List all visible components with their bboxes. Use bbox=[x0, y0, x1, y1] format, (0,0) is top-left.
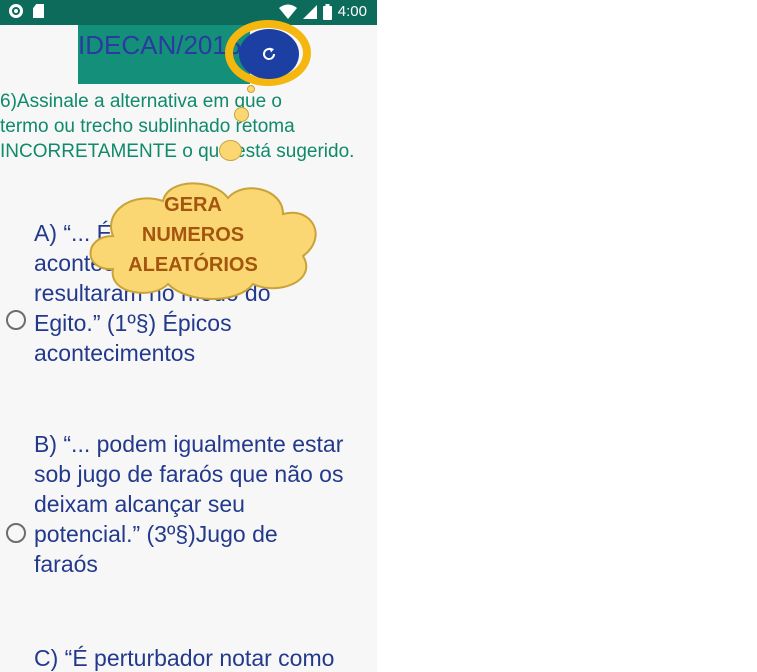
refresh-button[interactable] bbox=[239, 29, 299, 79]
wifi-icon bbox=[278, 4, 297, 19]
thought-bubble-small bbox=[247, 85, 255, 93]
thought-bubble-large bbox=[219, 140, 242, 161]
radio-button[interactable] bbox=[6, 310, 26, 330]
question-text: 6)Assinale a alternativa em que o termo … bbox=[0, 91, 355, 162]
option-text: C) “É perturbador notar como bbox=[34, 645, 335, 671]
status-bar: 4:00 bbox=[0, 0, 377, 25]
thought-bubble-medium bbox=[234, 107, 249, 122]
signal-icon bbox=[302, 4, 317, 19]
app-screen: 4:00 IDECAN/2016 6)Assinale a alternativ… bbox=[0, 0, 377, 672]
sd-card-icon bbox=[33, 4, 44, 18]
radio-button[interactable] bbox=[6, 523, 26, 543]
circle-icon bbox=[9, 4, 23, 18]
status-time: 4:00 bbox=[337, 3, 367, 20]
option-text: B) “... podem igualmente estar sob jugo … bbox=[34, 431, 344, 577]
callout-text: GERA NUMEROS ALEATÓRIOS bbox=[128, 194, 258, 276]
refresh-icon bbox=[263, 47, 276, 60]
header-title: IDECAN/2016 bbox=[78, 30, 242, 60]
battery-icon bbox=[322, 3, 332, 20]
